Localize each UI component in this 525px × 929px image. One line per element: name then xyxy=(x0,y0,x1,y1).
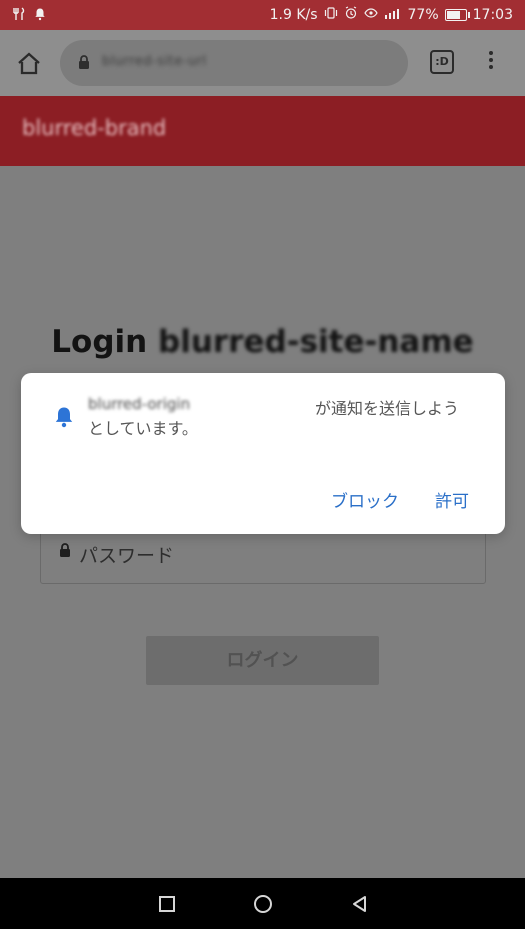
origin-text: blurred-origin xyxy=(88,395,191,413)
site-brand: blurred-brand xyxy=(22,116,167,140)
alarm-icon xyxy=(344,6,358,24)
login-title-suffix: blurred-site-name xyxy=(158,324,474,360)
password-lock-icon xyxy=(58,542,72,558)
notification-permission-dialog: blurred-origin が通知を送信しよう としています。 ブロック 許可 xyxy=(21,373,505,534)
lock-icon xyxy=(77,54,91,70)
battery-icon xyxy=(444,9,470,21)
url-text: blurred-site-url xyxy=(102,54,207,69)
site-header: blurred-brand xyxy=(0,96,525,166)
login-title: Login blurred-site-name xyxy=(0,324,525,360)
android-navigation-bar xyxy=(0,878,525,929)
eye-icon xyxy=(363,6,378,24)
home-icon[interactable] xyxy=(15,50,43,78)
block-button[interactable]: ブロック xyxy=(331,487,399,512)
login-button[interactable]: ログイン xyxy=(146,636,379,685)
tabs-icon[interactable]: :D xyxy=(430,50,454,74)
allow-button[interactable]: 許可 xyxy=(435,487,469,512)
menu-dots-icon[interactable] xyxy=(482,48,500,76)
password-placeholder: パスワード xyxy=(79,545,175,567)
status-bar-left xyxy=(12,7,46,25)
browser-toolbar: blurred-site-url :D xyxy=(0,30,525,96)
tab-label: :D xyxy=(435,55,449,68)
recent-apps-icon[interactable] xyxy=(156,893,178,915)
back-triangle-icon[interactable] xyxy=(349,893,371,915)
permission-message-line1: が通知を送信しよう xyxy=(315,399,460,418)
permission-message-line2: としています。 xyxy=(88,419,198,438)
password-field[interactable]: パスワード xyxy=(40,526,486,584)
signal-icon xyxy=(384,6,402,24)
vibrate-icon xyxy=(324,6,338,24)
status-bar: 1.9 K/s 77% 17:03 xyxy=(0,0,525,30)
clock: 17:03 xyxy=(472,7,513,23)
fork-knife-icon xyxy=(12,7,26,25)
battery-percentage: 77% xyxy=(407,7,439,23)
home-circle-icon[interactable] xyxy=(252,893,274,915)
notification-bell-icon xyxy=(53,405,75,429)
bell-icon xyxy=(34,7,46,25)
status-bar-right: 1.9 K/s 77% 17:03 xyxy=(270,6,513,24)
login-title-prefix: Login xyxy=(51,324,148,360)
address-bar[interactable]: blurred-site-url xyxy=(60,40,408,86)
network-speed: 1.9 K/s xyxy=(269,7,318,23)
